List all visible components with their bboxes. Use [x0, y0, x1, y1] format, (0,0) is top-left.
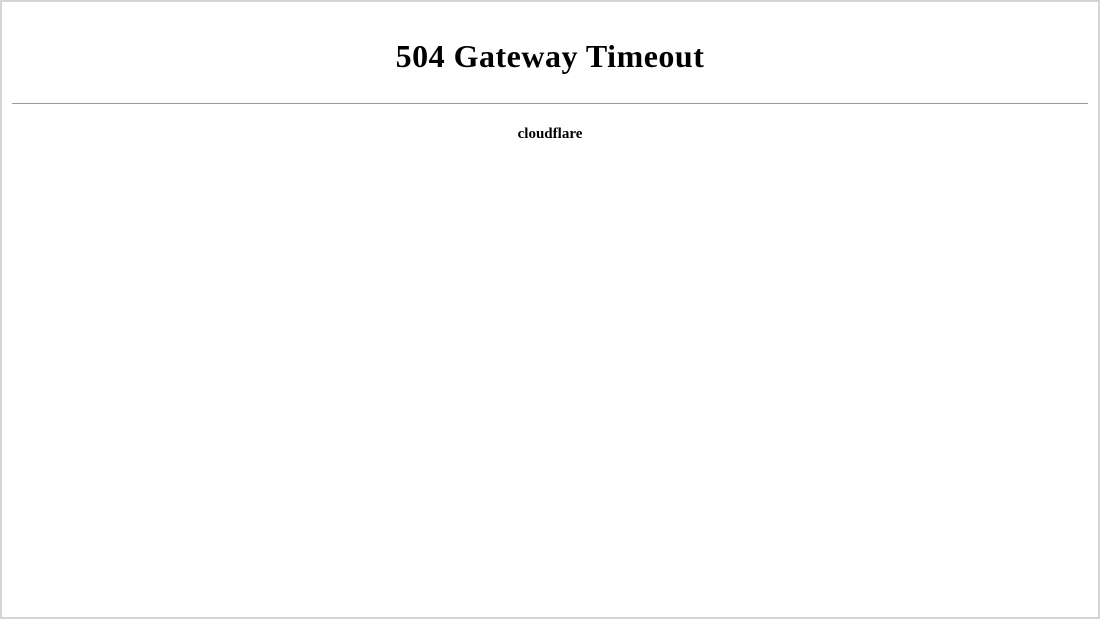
error-page: 504 Gateway Timeout cloudflare [2, 2, 1098, 151]
error-provider: cloudflare [10, 126, 1090, 143]
divider [12, 103, 1088, 104]
error-heading: 504 Gateway Timeout [10, 38, 1090, 75]
